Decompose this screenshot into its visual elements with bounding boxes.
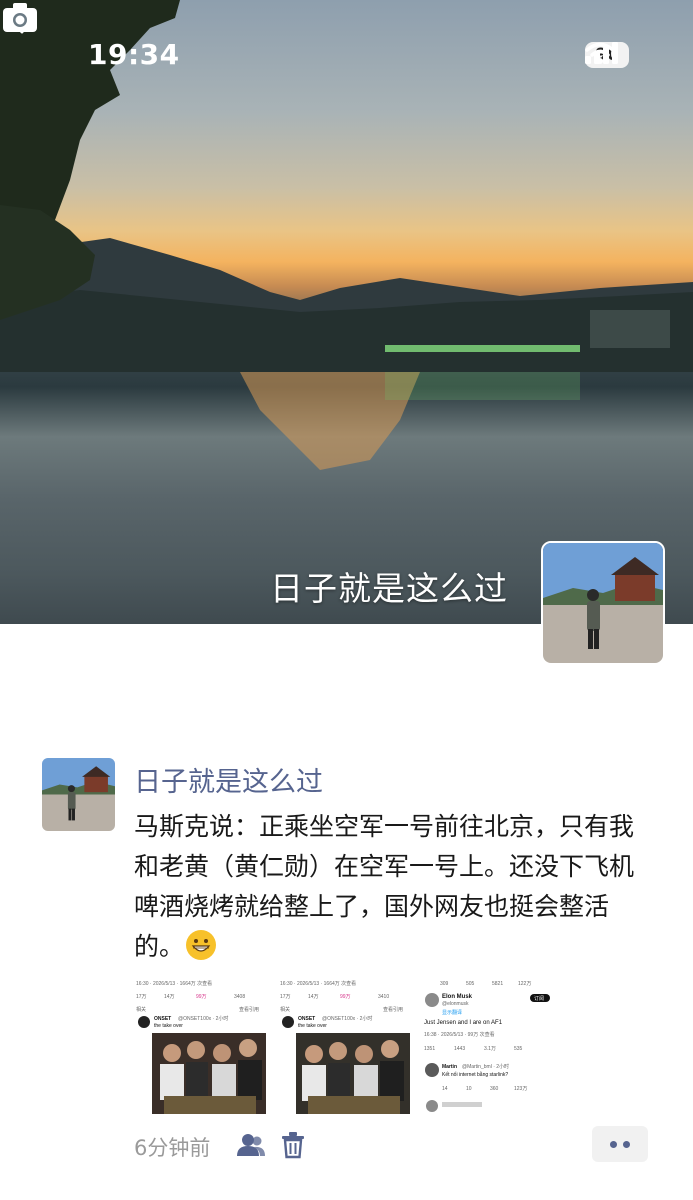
tweet-screenshot-3: 309 505 5821 122万 Elon Musk @elonmusk 订阅… — [422, 978, 558, 1114]
reply-stat-4: 123万 — [514, 1086, 527, 1092]
post-avatar[interactable] — [42, 758, 115, 831]
post-author-name[interactable]: 日子就是这么过 — [134, 760, 323, 799]
status-time: 19:34 — [88, 38, 180, 71]
tweet-screenshot-1: 16:30 · 2026/5/13 · 1664万 次查看 17万 14万 99… — [134, 978, 270, 1114]
stat-1: 17万 — [136, 994, 147, 1000]
tweet-author: ONSET — [154, 1016, 171, 1022]
friends-icon[interactable] — [236, 1132, 266, 1158]
avatar-image — [543, 543, 663, 663]
follow-button: 订阅 — [534, 995, 544, 1002]
post-image-1[interactable]: 16:30 · 2026/5/13 · 1664万 次查看 17万 14万 99… — [134, 978, 270, 1114]
top-stat-1: 309 — [440, 981, 449, 987]
stat-2: 1443 — [454, 1046, 465, 1052]
tweet-meta: 16:30 · 2026/5/13 · 1664万 次查看 — [136, 980, 212, 987]
tweet-handle: @ONSET100x · 2小时 — [322, 1015, 372, 1022]
tab-left: 相关 — [136, 1006, 146, 1013]
stat-4: 3410 — [378, 994, 389, 1000]
stat-3: 99万 — [196, 994, 207, 1000]
post-image-3[interactable]: 309 505 5821 122万 Elon Musk @elonmusk 订阅… — [422, 978, 558, 1114]
tweet-handle: @elonmusk — [442, 1001, 469, 1007]
tweet-meta: 16:38 · 2026/5/13 · 99万 次查看 — [424, 1031, 495, 1038]
reply-handle: @Martin_bml · 2小时 — [462, 1063, 509, 1070]
tweet-meta: 16:30 · 2026/5/13 · 1664万 次查看 — [280, 980, 356, 987]
tweet-author: Elon Musk — [442, 994, 473, 1000]
cover-photo[interactable]: 19:34 90 日子就是这么过 — [0, 0, 693, 624]
reply-author: Martin — [442, 1064, 457, 1070]
moment-post: 日子就是这么过 马斯克说：正乘坐空军一号前往北京，只有我和老黄（黄仁勋）在空军一… — [0, 740, 693, 1200]
tweet-text: Just Jensen and I are on AF1 — [424, 1020, 503, 1026]
more-icon[interactable] — [592, 1126, 648, 1162]
top-stat-3: 5821 — [492, 981, 503, 987]
reply-stat-2: 10 — [466, 1086, 472, 1092]
post-text: 马斯克说：正乘坐空军一号前往北京，只有我和老黄（黄仁勋）在空军一号上。还没下飞机… — [134, 807, 654, 967]
grinning-face-emoji — [186, 930, 217, 960]
reply-stat-1: 14 — [442, 1086, 448, 1092]
status-bar: 19:34 90 — [0, 0, 693, 110]
stat-2: 14万 — [164, 994, 175, 1000]
stat-4: 3408 — [234, 994, 245, 1000]
trash-icon[interactable] — [280, 1131, 306, 1159]
cover-user-name: 日子就是这么过 — [270, 569, 508, 608]
tab-right: 查看引用 — [383, 1006, 403, 1013]
avatar-image — [42, 758, 115, 831]
post-footer: 6分钟前 — [134, 1126, 649, 1164]
top-stat-4: 122万 — [518, 981, 531, 987]
tweet-handle: @ONSET100x · 2小时 — [178, 1015, 228, 1022]
wifi-icon — [585, 42, 615, 64]
stat-3: 3.1万 — [484, 1046, 496, 1052]
stat-1: 17万 — [280, 994, 291, 1000]
stat-3: 99万 — [340, 994, 351, 1000]
tweet-author: ONSET — [298, 1016, 315, 1022]
tab-right: 查看引用 — [239, 1006, 259, 1013]
tab-left: 相关 — [280, 1006, 290, 1013]
post-image-2[interactable]: 16:30 · 2026/5/13 · 1664万 次查看 17万 14万 99… — [278, 978, 414, 1114]
tweet-text: the take over — [298, 1023, 327, 1029]
tweet-text: the take over — [154, 1023, 183, 1029]
status-icons: 90 — [585, 42, 629, 68]
stat-1: 1351 — [424, 1046, 435, 1052]
post-images: 16:30 · 2026/5/13 · 1664万 次查看 17万 14万 99… — [134, 978, 558, 1114]
translate-link: 显示翻译 — [442, 1009, 462, 1016]
reply-text: Kết nối internet bằng starlink? — [442, 1071, 508, 1078]
camera-icon[interactable] — [0, 0, 40, 36]
cover-avatar[interactable] — [541, 541, 665, 665]
top-stat-2: 505 — [466, 981, 475, 987]
stat-4: 535 — [514, 1046, 523, 1052]
post-time: 6分钟前 — [134, 1136, 211, 1160]
stat-2: 14万 — [308, 994, 319, 1000]
tweet-screenshot-2: 16:30 · 2026/5/13 · 1664万 次查看 17万 14万 99… — [278, 978, 414, 1114]
reply-stat-3: 360 — [490, 1086, 499, 1092]
